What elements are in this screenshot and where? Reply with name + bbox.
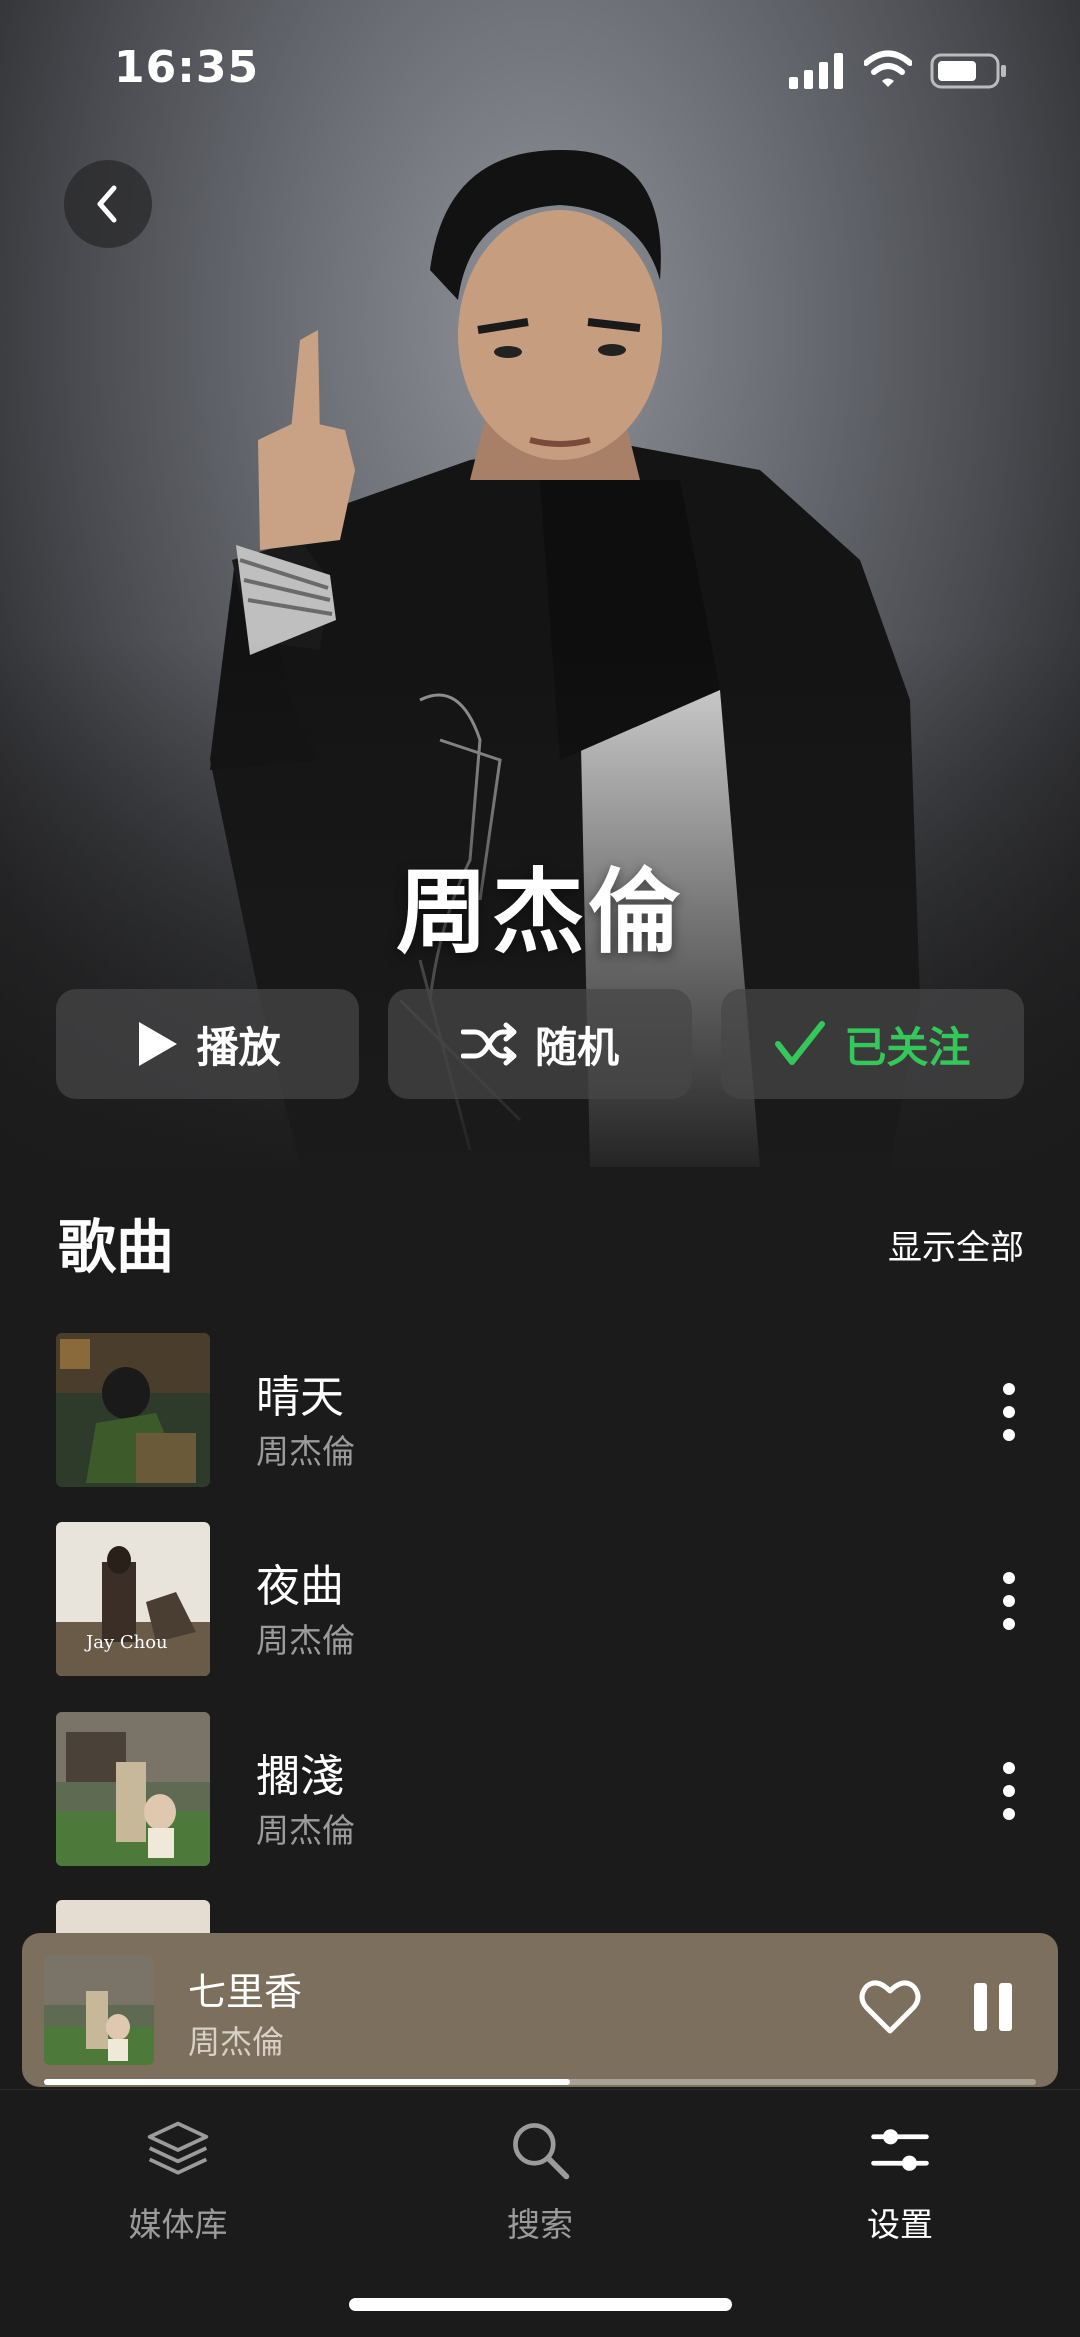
song-title: 擱淺: [256, 1751, 344, 1802]
tab-search[interactable]: 搜索: [430, 2116, 650, 2246]
tab-library-label: 媒体库: [128, 2205, 228, 2244]
song-artist: 周杰倫: [256, 1621, 355, 1660]
follow-label: 已关注: [844, 1022, 971, 1072]
cellular-signal-icon: [789, 53, 843, 89]
battery-icon: [930, 53, 1006, 89]
chevron-left-icon: [97, 185, 117, 223]
album-cover-text: Jay Chou: [84, 1632, 168, 1653]
now-playing-artist: 周杰倫: [188, 2023, 285, 2061]
song-title: 晴天: [256, 1372, 344, 1423]
play-button[interactable]: 播放: [56, 989, 360, 1099]
more-options-icon[interactable]: [994, 1566, 1024, 1636]
song-row[interactable]: 晴天 周杰倫: [0, 1333, 1080, 1503]
album-cover: [56, 1712, 210, 1866]
playback-progress-fill: [44, 2079, 570, 2085]
song-artist: 周杰倫: [256, 1432, 355, 1471]
song-row[interactable]: Jay Chou 夜曲 周杰倫: [0, 1522, 1080, 1692]
tab-library[interactable]: 媒体库: [68, 2116, 288, 2246]
more-options-icon[interactable]: [994, 1756, 1024, 1826]
now-playing-cover: [44, 1955, 154, 2065]
shuffle-icon: [460, 1022, 517, 1066]
song-row[interactable]: 擱淺 周杰倫: [0, 1712, 1080, 1882]
album-cover: [56, 1333, 210, 1487]
tab-settings-label: 设置: [867, 2205, 933, 2244]
show-all-link[interactable]: 显示全部: [888, 1220, 1024, 1269]
shuffle-label: 随机: [534, 1022, 619, 1072]
status-time: 16:35: [114, 42, 260, 93]
tab-settings[interactable]: 设置: [790, 2116, 1010, 2246]
song-artist: 周杰倫: [256, 1811, 355, 1850]
more-options-icon[interactable]: [994, 1377, 1024, 1447]
album-cover: Jay Chou: [56, 1522, 210, 1676]
artist-name: 周杰倫: [395, 859, 684, 966]
sliders-icon: [871, 2129, 929, 2171]
songs-section-title: 歌曲: [58, 1213, 175, 1281]
songs-section-header: 歌曲 显示全部: [0, 1200, 1080, 1281]
search-icon: [513, 2123, 570, 2180]
pause-icon[interactable]: [968, 1983, 1018, 2035]
artist-actions: 播放 随机 已关注: [56, 989, 1024, 1099]
song-title: 夜曲: [256, 1561, 344, 1612]
play-icon: [138, 1022, 177, 1066]
now-playing-title: 七里香: [188, 1970, 303, 2014]
tab-search-label: 搜索: [507, 2205, 573, 2244]
play-label: 播放: [196, 1022, 281, 1072]
status-bar: 16:35: [0, 0, 1080, 140]
home-indicator[interactable]: [349, 2298, 732, 2311]
playback-progress-bar[interactable]: [44, 2079, 1036, 2085]
wifi-icon: [864, 50, 912, 87]
mini-player[interactable]: 七里香 周杰倫: [22, 1933, 1058, 2087]
shuffle-button[interactable]: 随机: [388, 989, 692, 1099]
back-button[interactable]: [64, 160, 152, 248]
checkmark-icon: [775, 1021, 826, 1065]
follow-button[interactable]: 已关注: [720, 989, 1024, 1099]
layers-icon: [147, 2121, 209, 2175]
heart-icon[interactable]: [858, 1977, 922, 2037]
